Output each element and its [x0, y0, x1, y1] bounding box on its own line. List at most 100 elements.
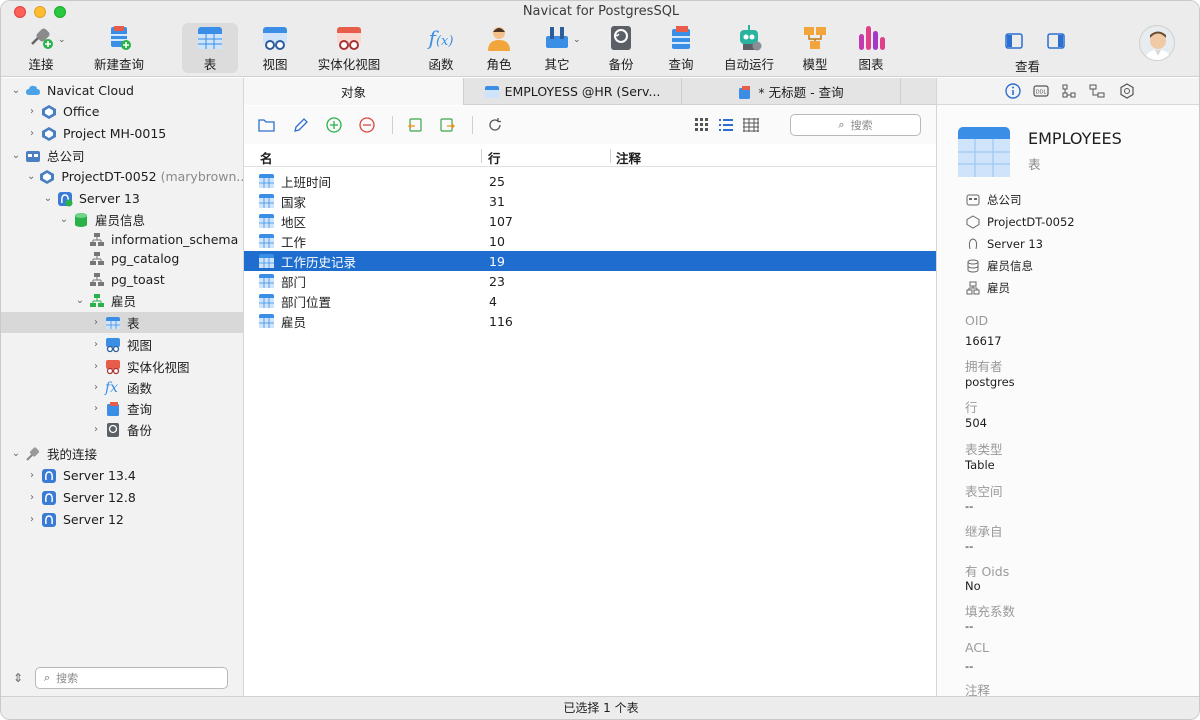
chevron-right-icon[interactable]: › [91, 403, 101, 414]
toolbar-query-button[interactable]: 查询 [661, 23, 701, 73]
edit-pencil-icon[interactable] [292, 116, 310, 134]
chevron-right-icon[interactable]: › [27, 106, 37, 117]
tab-employess-table[interactable]: EMPLOYESS @HR (Serv... [464, 78, 682, 105]
tab-untitled-query[interactable]: * 无标题 - 查询 [682, 78, 901, 105]
table-large-icon [958, 127, 1010, 177]
toolbar-new-query-button[interactable]: 新建查询 [91, 23, 147, 73]
chevron-right-icon[interactable]: › [91, 382, 101, 393]
toolbar-materialized-view-button[interactable]: 实体化视图 [315, 23, 383, 73]
column-header-rows[interactable]: 行 [488, 148, 501, 167]
detail-view-icon[interactable] [742, 116, 760, 134]
chevron-down-icon[interactable]: ⌄ [11, 448, 21, 459]
tree-item-server-13-4[interactable]: › Server 13.4 [1, 465, 243, 486]
toolbar-backup-button[interactable]: 备份 [601, 23, 641, 73]
chevron-right-icon[interactable]: › [91, 317, 101, 328]
tree-item-employee-info-db[interactable]: ⌄ 雇员信息 [1, 209, 243, 230]
export-icon[interactable] [439, 116, 457, 134]
column-divider[interactable] [610, 149, 611, 163]
tree-item-server-13[interactable]: ⌄ Server 13 [1, 188, 243, 209]
table-row[interactable]: 部门位置 4 [244, 291, 936, 311]
toolbar-others-button[interactable]: 其它 [537, 23, 577, 73]
chevron-right-icon[interactable]: › [91, 361, 101, 372]
dependency-icon[interactable] [1061, 83, 1077, 99]
tree-item-pg-toast[interactable]: pg_toast [1, 269, 243, 290]
database-icon [965, 258, 981, 274]
toolbar-divider [472, 116, 473, 134]
table-row[interactable]: 工作 10 [244, 231, 936, 251]
tree-item-server-12-8[interactable]: › Server 12.8 [1, 487, 243, 508]
grid-view-icon[interactable] [693, 116, 711, 134]
tree-item-navicat-cloud[interactable]: ⌄ Navicat Cloud [1, 80, 243, 101]
chevron-right-icon[interactable]: › [91, 424, 101, 435]
remove-icon[interactable] [358, 116, 376, 134]
tab-objects[interactable]: 对象 [244, 78, 464, 105]
right-panel-toggle-icon[interactable] [1047, 33, 1065, 49]
table-row[interactable]: 地区 107 [244, 211, 936, 231]
tree-item-server-12[interactable]: › Server 12 [1, 509, 243, 530]
tree-item-materialized-views[interactable]: › 实体化视图 [1, 356, 243, 377]
toolbar-view-menu-label[interactable]: 查看 [1015, 56, 1040, 75]
tree-item-queries[interactable]: › 查询 [1, 398, 243, 419]
tab-label: * 无标题 - 查询 [758, 85, 844, 100]
tree-item-project-mh-0015[interactable]: › Project MH-0015 [1, 123, 243, 144]
table-row[interactable]: 国家 31 [244, 191, 936, 211]
toolbar-table-button[interactable]: 表 [182, 23, 238, 73]
info-icon[interactable] [1005, 83, 1021, 99]
chevron-right-icon[interactable]: › [91, 339, 101, 350]
list-view-icon[interactable] [717, 116, 735, 134]
chevron-right-icon[interactable]: › [27, 492, 37, 503]
chevron-down-icon[interactable]: ⌄ [43, 193, 53, 204]
open-folder-icon[interactable] [258, 116, 276, 134]
chevron-right-icon[interactable]: › [27, 470, 37, 481]
tree-item-head-office[interactable]: ⌄ 总公司 [1, 145, 243, 166]
sort-toggle-icon[interactable]: ⇕ [13, 671, 23, 685]
table-row[interactable]: 部门 23 [244, 271, 936, 291]
add-icon[interactable] [325, 116, 343, 134]
chevron-down-icon[interactable]: ⌄ [11, 85, 21, 96]
chevron-down-icon[interactable]: ⌄ [58, 35, 66, 45]
toolbar-automation-button[interactable]: 自动运行 [719, 23, 779, 73]
plug-icon [25, 23, 57, 52]
object-search-input[interactable]: ⌕ 搜索 [790, 114, 921, 136]
schema-icon [89, 232, 105, 248]
import-icon[interactable] [406, 116, 424, 134]
user-avatar[interactable] [1139, 25, 1175, 61]
chevron-down-icon[interactable]: ⌄ [75, 295, 85, 306]
tree-item-employee-schema[interactable]: ⌄ 雇员 [1, 290, 243, 311]
chevron-right-icon[interactable]: › [27, 514, 37, 525]
tree-item-information-schema[interactable]: information_schema [1, 229, 243, 250]
column-header-comment[interactable]: 注释 [616, 148, 641, 167]
refresh-icon[interactable] [486, 116, 504, 134]
toolbar-chart-button[interactable]: 图表 [851, 23, 891, 73]
toolbar-role-button[interactable]: 角色 [479, 23, 519, 73]
toolbar-function-button[interactable]: f(x) 函数 [421, 23, 461, 73]
organization-icon [965, 192, 981, 208]
chevron-down-icon[interactable]: ⌄ [27, 171, 35, 182]
tree-item-tables[interactable]: › 表 [1, 312, 243, 333]
tree-item-views[interactable]: › 视图 [1, 334, 243, 355]
toolbar-model-button[interactable]: 模型 [795, 23, 835, 73]
chevron-down-icon[interactable]: ⌄ [11, 150, 21, 161]
table-row[interactable]: 上班时间 25 [244, 171, 936, 191]
view-icon [259, 23, 291, 52]
toolbar-connect-button[interactable]: 连接 [17, 23, 65, 73]
tree-item-backups[interactable]: › 备份 [1, 419, 243, 440]
chevron-down-icon[interactable]: ⌄ [573, 35, 581, 45]
tree-item-functions[interactable]: › fx 函数 [1, 377, 243, 398]
left-panel-toggle-icon[interactable] [1005, 33, 1023, 49]
structure-icon[interactable] [1089, 83, 1105, 99]
column-divider[interactable] [481, 149, 482, 163]
toolbar-view-button[interactable]: 视图 [253, 23, 297, 73]
tree-item-my-connections[interactable]: ⌄ 我的连接 [1, 443, 243, 464]
tree-item-office[interactable]: › Office [1, 101, 243, 122]
chevron-right-icon[interactable]: › [27, 128, 37, 139]
sidebar-search-input[interactable]: ⌕ 搜索 [35, 667, 228, 689]
table-row[interactable]: 工作历史记录 19 [244, 251, 936, 271]
table-row[interactable]: 雇员 116 [244, 311, 936, 331]
hexagon-settings-icon[interactable] [1119, 83, 1135, 99]
column-header-name[interactable]: 名 [260, 148, 273, 167]
chevron-down-icon[interactable]: ⌄ [59, 214, 69, 225]
tree-item-pg-catalog[interactable]: pg_catalog [1, 248, 243, 269]
ddl-icon[interactable]: DDL [1033, 83, 1049, 99]
tree-item-projectdt-0052[interactable]: ⌄ ProjectDT-0052 (marybrown... [1, 166, 248, 187]
